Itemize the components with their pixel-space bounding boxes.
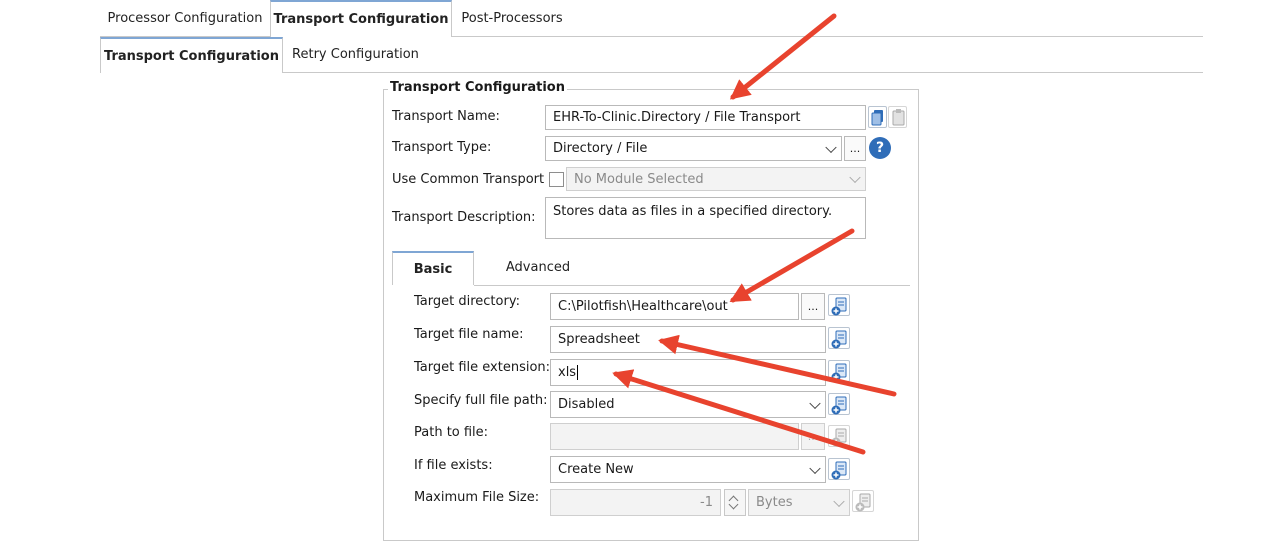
path-to-file-input[interactable]	[550, 423, 799, 450]
max-file-size-input[interactable]: -1	[550, 489, 721, 516]
target-file-name-label: Target file name:	[414, 327, 524, 342]
chevron-down-icon	[849, 171, 861, 184]
target-directory-value: C:\Pilotfish\Healthcare\out	[558, 299, 728, 314]
tab-post-processors[interactable]: Post-Processors	[452, 0, 572, 36]
tab-processor-configuration[interactable]: Processor Configuration	[100, 0, 270, 36]
transport-type-value: Directory / File	[553, 141, 648, 156]
transport-name-value: EHR-To-Clinic.Directory / File Transport	[553, 110, 801, 125]
paste-icon[interactable]	[888, 106, 907, 128]
target-file-extension-input[interactable]: xls	[550, 359, 826, 386]
target-directory-browse-button[interactable]: ...	[801, 293, 825, 320]
chevron-down-icon	[809, 397, 821, 409]
help-icon[interactable]: ?	[869, 137, 891, 159]
description-textarea[interactable]: Stores data as files in a specified dire…	[545, 197, 866, 239]
tab-transport-configuration[interactable]: Transport Configuration	[270, 0, 452, 37]
transport-type-select[interactable]: Directory / File	[545, 136, 842, 161]
max-file-size-unit-value: Bytes	[756, 495, 793, 510]
subtab-retry-configuration[interactable]: Retry Configuration	[283, 37, 428, 72]
group-title: Transport Configuration	[388, 80, 567, 95]
full-file-path-value: Disabled	[558, 397, 615, 412]
if-file-exists-value: Create New	[558, 462, 634, 477]
target-directory-label: Target directory:	[414, 294, 520, 309]
text-caret	[577, 365, 579, 380]
chevron-down-icon	[809, 462, 821, 474]
variable-icon[interactable]	[828, 327, 850, 349]
path-to-file-browse-button[interactable]: ...	[801, 423, 825, 450]
description-value: Stores data as files in a specified dire…	[553, 204, 833, 219]
chevron-down-icon	[833, 495, 845, 507]
target-file-name-value: Spreadsheet	[558, 332, 640, 347]
max-file-size-stepper[interactable]	[724, 489, 746, 516]
annotation-arrow-transport-name	[729, 13, 837, 100]
transport-type-browse-button[interactable]: ...	[844, 136, 866, 161]
full-file-path-label: Specify full file path:	[414, 393, 548, 408]
max-file-size-value: -1	[700, 495, 713, 510]
if-file-exists-label: If file exists:	[414, 458, 493, 473]
path-to-file-label: Path to file:	[414, 425, 489, 440]
variable-icon[interactable]	[828, 360, 850, 382]
variable-icon[interactable]	[828, 458, 850, 480]
transport-name-label: Transport Name:	[392, 109, 500, 124]
transport-name-input[interactable]: EHR-To-Clinic.Directory / File Transport	[545, 105, 866, 130]
variable-icon[interactable]	[828, 294, 850, 316]
common-transport-select[interactable]: No Module Selected	[566, 167, 866, 191]
transport-type-label: Transport Type:	[392, 140, 492, 155]
tab-basic[interactable]: Basic	[392, 251, 474, 285]
max-file-size-unit-select[interactable]: Bytes	[748, 489, 850, 516]
target-directory-input[interactable]: C:\Pilotfish\Healthcare\out	[550, 293, 799, 320]
full-file-path-select[interactable]: Disabled	[550, 391, 826, 418]
variable-icon[interactable]	[828, 393, 850, 415]
description-label: Transport Description:	[392, 210, 536, 225]
variable-icon[interactable]	[828, 425, 850, 447]
common-transport-checkbox[interactable]	[549, 172, 564, 187]
target-file-name-input[interactable]: Spreadsheet	[550, 326, 826, 353]
target-file-extension-value: xls	[558, 365, 577, 380]
common-transport-label: Use Common Transport	[392, 172, 545, 187]
subtab-transport-configuration[interactable]: Transport Configuration	[100, 37, 283, 73]
if-file-exists-select[interactable]: Create New	[550, 456, 826, 483]
chevron-down-icon	[825, 141, 837, 153]
common-transport-value: No Module Selected	[574, 171, 704, 187]
copy-icon[interactable]	[868, 106, 887, 128]
max-file-size-label: Maximum File Size:	[414, 490, 540, 505]
target-file-extension-label: Target file extension:	[414, 360, 551, 375]
tab-advanced[interactable]: Advanced	[474, 251, 602, 284]
variable-icon[interactable]	[852, 490, 874, 512]
